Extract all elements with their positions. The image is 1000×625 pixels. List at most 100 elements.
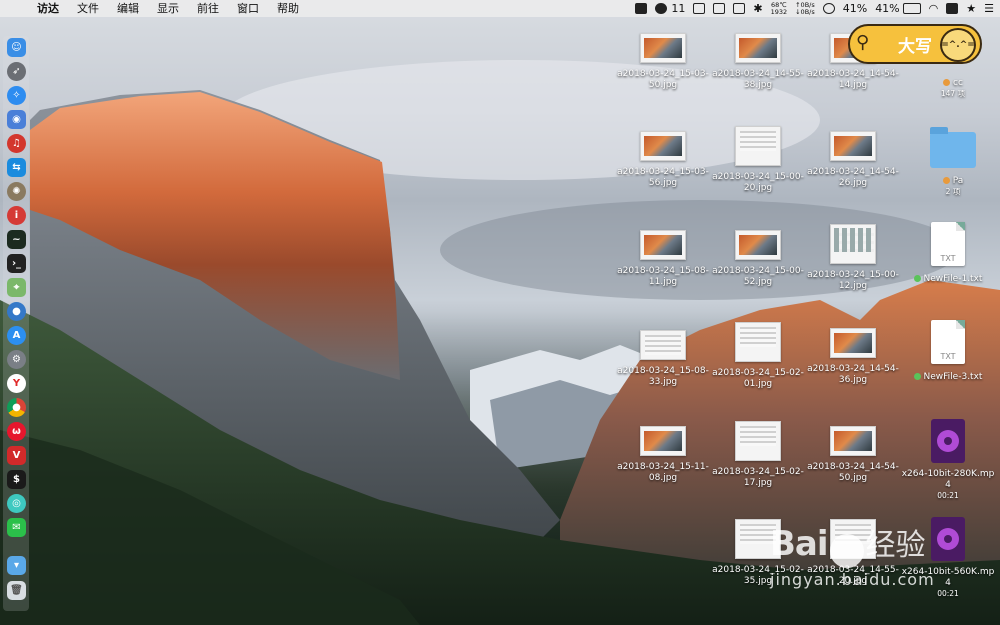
video-duration: 00:21 (937, 491, 959, 500)
file-name: a2018-03-24_14-55-38.jpg (712, 69, 804, 90)
menu-view[interactable]: 显示 (148, 0, 188, 17)
desktop-file[interactable]: a2018-03-24_15-00-52.jpg (710, 230, 806, 288)
image-thumbnail (640, 426, 686, 456)
file-name: x264-10bit-280K.mp4 (901, 469, 995, 490)
menu-go[interactable]: 前往 (188, 0, 228, 17)
app-store-icon[interactable]: A (7, 326, 26, 345)
battery-icon (902, 3, 921, 14)
app-menu-finder[interactable]: 访达 (28, 0, 68, 17)
desktop-file[interactable]: a2018-03-24_15-08-11.jpg (615, 230, 711, 288)
preview-icon[interactable]: ◉ (7, 110, 26, 129)
weibo-icon[interactable]: ω (7, 422, 26, 441)
split-view-icon[interactable] (733, 3, 746, 14)
file-name: a2018-03-24_15-03-50.jpg (617, 69, 709, 90)
wechat-status-icon (655, 3, 668, 14)
image-thumbnail (830, 224, 876, 264)
menu-help[interactable]: 帮助 (268, 0, 308, 17)
menu-edit[interactable]: 编辑 (108, 0, 148, 17)
desktop-file[interactable]: a2018-03-24_15-02-17.jpg (710, 421, 806, 489)
video-file-icon (931, 419, 965, 463)
safari-icon[interactable]: ✧ (7, 86, 26, 105)
folder-name: cc (905, 78, 1000, 89)
downloads-folder-icon[interactable]: ▾ (7, 556, 26, 575)
display-icon[interactable] (693, 3, 706, 14)
folder-icon (930, 127, 976, 168)
aliwangwang-icon[interactable]: ◎ (7, 494, 26, 513)
desktop-file[interactable]: a2018-03-24_15-03-50.jpg (615, 33, 711, 91)
file-name: a2018-03-24_14-54-36.jpg (807, 364, 899, 385)
desktop-file[interactable]: a2018-03-24_15-08-33.jpg (615, 330, 711, 388)
baidu-jingyan-watermark: Bai 经验 jingyan.baidu.com (770, 520, 1000, 610)
wechat-status[interactable]: 11 (655, 0, 685, 17)
tag-dot (913, 373, 921, 380)
mission-control-icon[interactable] (713, 3, 726, 14)
terminal-2-icon[interactable]: $ (7, 470, 26, 489)
notification-center-icon[interactable]: ☰ (984, 0, 994, 17)
desktop-file[interactable]: a2018-03-24_15-00-20.jpg (710, 126, 806, 194)
netease-music-icon[interactable]: ♫ (7, 134, 26, 153)
watermark-brand: Bai (770, 524, 829, 564)
desktop-file[interactable]: a2018-03-24_14-54-50.jpg (805, 426, 901, 484)
desktop-file[interactable]: a2018-03-24_15-11-08.jpg (615, 426, 711, 484)
file-name: NewFile-3.txt (900, 372, 996, 383)
image-thumbnail (735, 230, 781, 260)
cpu-temp-readout[interactable]: 68℃ 1932 (771, 1, 788, 16)
file-name: a2018-03-24_15-00-52.jpg (712, 266, 804, 287)
file-name: a2018-03-24_14-54-50.jpg (807, 462, 899, 483)
folder-name: Pa (905, 176, 1000, 187)
vivaldi-icon[interactable]: V (7, 446, 26, 465)
user-icon[interactable] (822, 3, 835, 14)
menu-file[interactable]: 文件 (68, 0, 108, 17)
play-disc-icon (937, 430, 959, 452)
chrome-icon[interactable]: ● (7, 398, 26, 417)
maps-icon[interactable]: ⌖ (7, 278, 26, 297)
desktop-file[interactable]: a2018-03-24_14-54-26.jpg (805, 131, 901, 189)
trash-icon[interactable]: 🗑 (7, 581, 26, 600)
paw-icon (829, 533, 864, 568)
menu-window[interactable]: 窗口 (228, 0, 268, 17)
image-thumbnail (640, 230, 686, 260)
launchpad-icon[interactable]: ➶ (7, 62, 26, 81)
teamviewer-icon[interactable]: ⇆ (7, 158, 26, 177)
cat-mascot-icon: =^.^= (940, 28, 976, 62)
battery-status[interactable]: 41% (875, 0, 921, 17)
desktop-file[interactable]: a2018-03-24_15-00-12.jpg (805, 224, 901, 292)
yandex-icon[interactable]: Y (7, 374, 26, 393)
input-source-icon[interactable] (946, 3, 959, 14)
tag-dot (943, 79, 951, 86)
system-preferences-icon[interactable]: ⚙ (7, 350, 26, 369)
wifi-icon[interactable]: ◠ (929, 0, 939, 17)
favorites-star-icon[interactable]: ★ (966, 0, 976, 17)
desktop-file[interactable]: a2018-03-24_15-02-01.jpg (710, 322, 806, 390)
compass-icon[interactable]: ✺ (7, 182, 26, 201)
file-name: a2018-03-24_14-54-14.jpg (807, 69, 899, 90)
finder-icon[interactable]: ☺ (7, 38, 26, 57)
desktop-file[interactable]: a2018-03-24_14-55-38.jpg (710, 33, 806, 91)
dock: ☺ ➶ ✧ ◉ ♫ ⇆ ✺ i ~ ›_ ⌖ ● A ⚙ Y ● ω V $ ◎… (3, 36, 29, 611)
wechat-icon[interactable]: ✉ (7, 518, 26, 537)
image-thumbnail (640, 131, 686, 161)
bluetooth-icon[interactable]: ✱ (753, 0, 762, 17)
desktop-file[interactable]: a2018-03-24_15-03-56.jpg (615, 131, 711, 189)
tag-dot (913, 275, 921, 282)
desktop-video-280k[interactable]: x264-10bit-280K.mp4 00:21 (900, 419, 996, 500)
desktop-file-newfile3[interactable]: TXT NewFile-3.txt (900, 320, 996, 383)
image-thumbnail (735, 322, 781, 362)
wechat-count: 11 (671, 2, 686, 15)
battery-percent-b: 41% (875, 2, 900, 15)
terminal-icon[interactable]: ›_ (7, 254, 26, 273)
activity-monitor-icon[interactable]: ~ (7, 230, 26, 249)
battery-percent-a[interactable]: 41% (843, 0, 867, 17)
desktop-file[interactable]: a2018-03-24_14-54-36.jpg (805, 328, 901, 386)
image-thumbnail (830, 131, 876, 161)
iqiyi-icon[interactable]: i (7, 206, 26, 225)
desktop-folder-pa[interactable]: Pa 2 项 (905, 127, 1000, 196)
network-speed[interactable]: ↑0B/s ↓0B/s (795, 1, 815, 16)
file-name: a2018-03-24_15-08-33.jpg (617, 366, 709, 387)
txt-file-icon: TXT (931, 320, 965, 364)
siri-icon[interactable]: ● (7, 302, 26, 321)
image-thumbnail (735, 126, 781, 166)
txt-file-icon: TXT (931, 222, 965, 266)
desktop-file-newfile1[interactable]: TXT NewFile-1.txt (900, 222, 996, 285)
status-app-icon[interactable] (635, 3, 648, 14)
